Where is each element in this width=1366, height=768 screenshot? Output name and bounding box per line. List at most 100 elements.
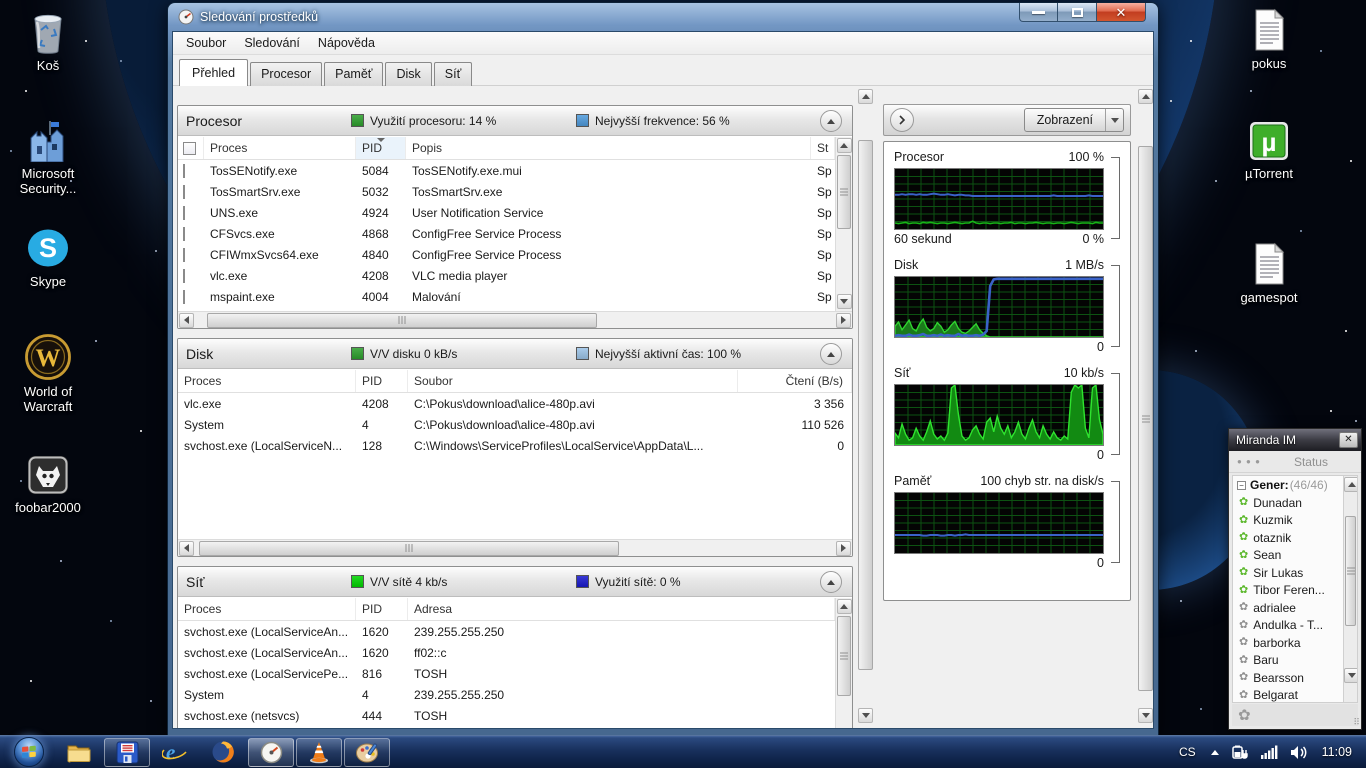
- scroll-down-arrow[interactable]: [1344, 668, 1357, 683]
- contact-item[interactable]: ✿ Belgarat: [1233, 687, 1357, 702]
- contact-item[interactable]: ✿ Sean: [1233, 547, 1357, 565]
- volume-icon[interactable]: [1284, 736, 1314, 768]
- tab-disk[interactable]: Disk: [385, 62, 432, 86]
- row-checkbox[interactable]: [183, 268, 185, 283]
- table-row[interactable]: svchost.exe (LocalServiceAn... 1620 ff02::…: [178, 642, 835, 663]
- titlebar[interactable]: Sledování prostředků: [168, 3, 1158, 31]
- column-header-Soubor[interactable]: Soubor: [408, 370, 738, 392]
- contact-item[interactable]: ✿ adrialee: [1233, 599, 1357, 617]
- resize-grip[interactable]: ⠿: [1353, 717, 1360, 728]
- row-checkbox[interactable]: [183, 205, 185, 220]
- network-icon[interactable]: [1255, 736, 1284, 768]
- miranda-status-bar[interactable]: ✿: [1232, 704, 1358, 726]
- column-header-Popis[interactable]: Popis: [406, 137, 811, 159]
- taskbar-item-ie[interactable]: e: [152, 738, 198, 767]
- table-row[interactable]: svchost.exe (LocalServiceAn... 1620 239.25…: [178, 621, 835, 642]
- start-button[interactable]: [14, 737, 44, 767]
- menu-item-soubor[interactable]: Soubor: [177, 33, 235, 53]
- miranda-scrollbar[interactable]: [1343, 476, 1357, 702]
- collapse-section-button[interactable]: [820, 110, 842, 132]
- scrollbar-thumb[interactable]: [1345, 516, 1356, 626]
- contact-item[interactable]: ✿ Dunadan: [1233, 494, 1357, 512]
- scroll-right-arrow[interactable]: [836, 312, 851, 328]
- desktop-icon-gamespot[interactable]: gamespot: [1223, 240, 1315, 305]
- expand-panel-button[interactable]: [890, 108, 914, 132]
- column-header-Proces[interactable]: Proces: [178, 598, 356, 620]
- scrollbar-thumb[interactable]: [199, 540, 619, 556]
- table-row[interactable]: TosSENotify.exe 5084 TosSENotify.exe.mui Sp: [178, 160, 835, 181]
- desktop-icon-world-of-warcraft[interactable]: W World of Warcraft: [2, 334, 94, 414]
- contact-item[interactable]: ✿ otaznik: [1233, 529, 1357, 547]
- table-row[interactable]: System 4 C:\Pokus\download\alice-480p.avi 1…: [178, 414, 852, 435]
- desktop-icon-skype[interactable]: S Skype: [2, 224, 94, 289]
- view-dropdown-button[interactable]: Zobrazení: [1023, 108, 1124, 132]
- table-row[interactable]: TosSmartSrv.exe 5032 TosSmartSrv.exe Sp: [178, 181, 835, 202]
- right-column-scrollbar[interactable]: [1137, 88, 1153, 725]
- tab-přehled[interactable]: Přehled: [179, 59, 249, 86]
- contact-item[interactable]: ✿ Tibor Feren...: [1233, 582, 1357, 600]
- miranda-titlebar[interactable]: Miranda IM ✕: [1229, 429, 1361, 451]
- table-row[interactable]: svchost.exe (LocalServicePe... 816 TOSH: [178, 663, 835, 684]
- collapse-section-button[interactable]: [820, 571, 842, 593]
- scroll-right-arrow[interactable]: [836, 540, 851, 556]
- contact-item[interactable]: ✿ Kuzmik: [1233, 512, 1357, 530]
- show-hidden-icons-button[interactable]: [1205, 736, 1225, 768]
- scrollbar-thumb[interactable]: [207, 312, 597, 328]
- tab-procesor[interactable]: Procesor: [250, 62, 323, 86]
- column-header-St[interactable]: St: [811, 137, 835, 159]
- menu-item-nápověda[interactable]: Nápověda: [309, 33, 384, 53]
- taskbar-item-explorer[interactable]: [56, 738, 102, 767]
- row-checkbox[interactable]: [183, 247, 185, 262]
- power-icon[interactable]: [1225, 736, 1255, 768]
- tab-paměť[interactable]: Paměť: [324, 62, 384, 86]
- table-row[interactable]: CFSvcs.exe 4868 ConfigFree Service Process…: [178, 223, 835, 244]
- desktop-icon--torrent[interactable]: µ µTorrent: [1223, 116, 1315, 181]
- contact-item[interactable]: ✿ Bearsson: [1233, 669, 1357, 687]
- language-indicator[interactable]: CS: [1170, 745, 1205, 759]
- scroll-left-arrow[interactable]: [179, 540, 194, 556]
- column-header-PID[interactable]: PID: [356, 598, 408, 620]
- table-vertical-scrollbar[interactable]: [835, 137, 852, 311]
- table-horizontal-scrollbar[interactable]: [178, 539, 852, 556]
- scroll-up-arrow[interactable]: [1344, 477, 1357, 492]
- desktop-icon-ko-[interactable]: Koš: [2, 8, 94, 73]
- maximize-button[interactable]: [1058, 3, 1097, 22]
- taskbar-item-paint[interactable]: [344, 737, 390, 767]
- contact-item[interactable]: ✿ barborka: [1233, 634, 1357, 652]
- minimize-button[interactable]: [1019, 3, 1058, 22]
- column-header-Proces[interactable]: Proces: [178, 370, 356, 392]
- row-checkbox[interactable]: [183, 184, 185, 199]
- contact-item[interactable]: ✿ Baru: [1233, 652, 1357, 670]
- miranda-status-row[interactable]: ● ● ● Status: [1229, 451, 1361, 473]
- close-button[interactable]: ✕: [1097, 3, 1146, 22]
- column-header-Adresa[interactable]: Adresa: [408, 598, 835, 620]
- table-row[interactable]: CFIWmxSvcs64.exe 4840 ConfigFree Service P…: [178, 244, 835, 265]
- taskbar-item-vlc[interactable]: [296, 737, 342, 767]
- table-row[interactable]: svchost.exe (LocalServiceN... 128 C:\Windo…: [178, 435, 852, 456]
- table-row[interactable]: mspaint.exe 4004 Malování Sp: [178, 286, 835, 307]
- row-checkbox[interactable]: [183, 289, 185, 304]
- desktop-icon-foobar2000[interactable]: foobar2000: [2, 450, 94, 515]
- table-row[interactable]: System 4 239.255.255.250: [178, 684, 835, 705]
- table-horizontal-scrollbar[interactable]: [178, 311, 852, 328]
- scroll-up-arrow[interactable]: [836, 599, 852, 614]
- desktop-icon-pokus[interactable]: pokus: [1223, 6, 1315, 71]
- taskbar-item-firefox[interactable]: [200, 738, 246, 767]
- row-checkbox[interactable]: [183, 226, 185, 241]
- table-row[interactable]: svchost.exe (netsvcs) 444 TOSH: [178, 705, 835, 726]
- column-header-Proces[interactable]: Proces: [204, 137, 356, 159]
- collapse-section-button[interactable]: [820, 343, 842, 365]
- scroll-up-arrow[interactable]: [1138, 89, 1153, 104]
- scrollbar-thumb[interactable]: [837, 616, 851, 696]
- desktop-icon-microsoft-security-[interactable]: Microsoft Security...: [2, 116, 94, 196]
- scrollbar-thumb[interactable]: [858, 140, 873, 670]
- tab-síť[interactable]: Síť: [433, 62, 473, 86]
- taskbar-clock[interactable]: 11:09: [1314, 745, 1366, 759]
- scroll-down-arrow[interactable]: [858, 708, 873, 723]
- table-row[interactable]: vlc.exe 4208 VLC media player Sp: [178, 265, 835, 286]
- scroll-up-arrow[interactable]: [858, 89, 873, 104]
- scroll-up-arrow[interactable]: [836, 138, 852, 153]
- select-all-checkbox[interactable]: [183, 141, 196, 155]
- scrollbar-thumb[interactable]: [1138, 146, 1153, 691]
- group-expander-icon[interactable]: −: [1237, 480, 1246, 490]
